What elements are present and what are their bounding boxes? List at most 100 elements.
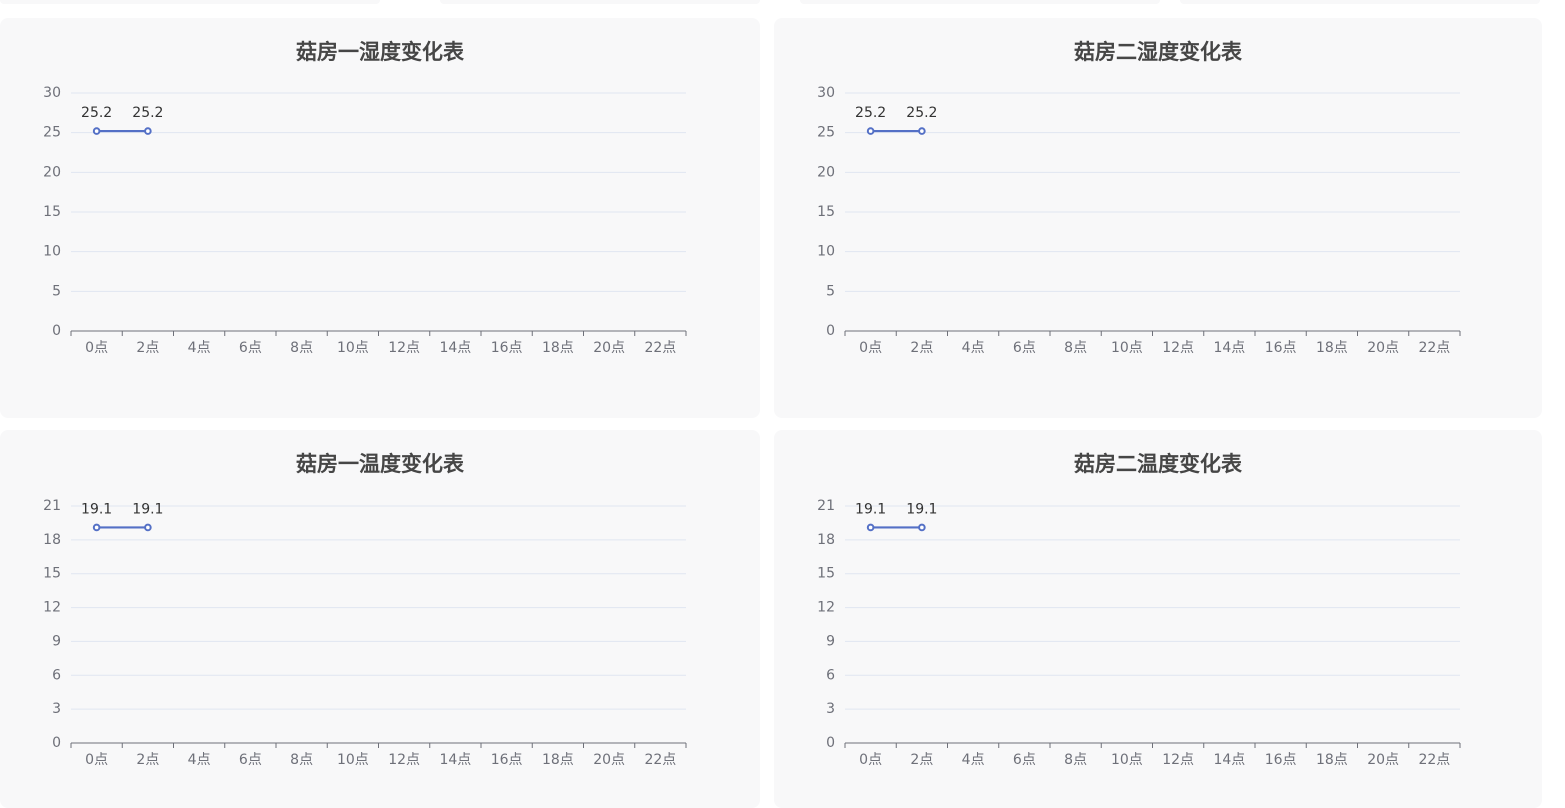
y-tick-label: 25 (43, 125, 61, 141)
y-tick-label: 0 (52, 323, 61, 339)
x-tick-label: 4点 (188, 752, 211, 768)
x-tick-label: 0点 (85, 752, 108, 768)
line-chart-room2-temperature: 0 3 6 9 12 15 18 21 0点 2点 4点 6点 8点 10点 12点 14点 16点 18点 20点… (817, 498, 1461, 768)
data-point (144, 127, 152, 135)
y-tick-label: 12 (43, 600, 61, 616)
y-tick-label: 12 (817, 600, 835, 616)
y-tick-label: 21 (43, 498, 61, 514)
y-tick-label: 0 (826, 735, 835, 751)
y-tick-label: 9 (826, 633, 835, 649)
x-tick-label: 18点 (542, 340, 574, 356)
y-tick-label: 30 (43, 85, 61, 101)
x-tick-label: 22点 (1418, 752, 1450, 768)
panel-top-partial-right-2 (1180, 0, 1540, 4)
line-chart-room2-humidity: 0 5 10 15 20 25 30 0点 2点 4点 6点 8点 10点 12点 14点 16点 18点 20点… (817, 85, 1461, 356)
x-tick-label: 10点 (337, 752, 369, 768)
y-tick-label: 20 (43, 164, 61, 180)
x-tick-label: 4点 (962, 340, 985, 356)
y-tick-label: 15 (817, 566, 835, 582)
data-label: 19.1 (81, 501, 112, 517)
data-point (866, 523, 875, 532)
y-tick-label: 3 (826, 701, 835, 717)
x-tick-label: 8点 (1064, 340, 1087, 356)
x-tick-label: 20点 (1367, 752, 1399, 768)
y-tick-label: 0 (52, 735, 61, 751)
x-tick-label: 20点 (593, 752, 625, 768)
x-tick-label: 8点 (1064, 752, 1087, 768)
y-tick-label: 0 (826, 323, 835, 339)
x-tick-label: 18点 (542, 752, 574, 768)
x-tick-label: 4点 (962, 752, 985, 768)
y-tick-label: 20 (817, 164, 835, 180)
y-tick-label: 18 (43, 532, 61, 548)
x-tick-label: 0点 (859, 340, 882, 356)
x-tick-label: 0点 (85, 340, 108, 356)
x-tick-label: 10点 (1111, 752, 1143, 768)
y-tick-label: 3 (52, 701, 61, 717)
x-tick-label: 16点 (1265, 340, 1297, 356)
y-tick-label: 6 (826, 667, 835, 683)
x-tick-label: 10点 (1111, 340, 1143, 356)
y-tick-label: 10 (43, 244, 61, 260)
data-point (144, 523, 152, 532)
x-tick-label: 14点 (1213, 340, 1245, 356)
x-tick-label: 0点 (859, 752, 882, 768)
y-tick-label: 15 (43, 566, 61, 582)
x-tick-label: 14点 (439, 340, 471, 356)
x-tick-label: 2点 (136, 340, 159, 356)
x-tick-label: 22点 (644, 340, 676, 356)
x-tick-label: 8点 (290, 340, 313, 356)
data-point (92, 127, 101, 135)
chart-panel-room1-temperature: 菇房一温度变化表 0 3 6 9 12 15 18 21 0点 2点 4点 6点 8点 10点 12点 14点… (0, 430, 760, 808)
line-chart-room1-temperature: 0 3 6 9 12 15 18 21 0点 2点 4点 6点 8点 10点 12点 14点 16点 18点 20点… (43, 498, 687, 768)
data-label: 25.2 (906, 105, 937, 121)
x-tick-label: 6点 (239, 340, 262, 356)
panel-top-partial-left-2 (440, 0, 760, 4)
y-tick-label: 5 (826, 283, 835, 299)
data-point (92, 523, 101, 532)
y-tick-label: 5 (52, 283, 61, 299)
y-tick-label: 15 (817, 204, 835, 220)
x-tick-label: 12点 (388, 340, 420, 356)
y-tick-label: 6 (52, 667, 61, 683)
data-label: 19.1 (132, 501, 163, 517)
x-tick-label: 2点 (910, 340, 933, 356)
data-point (866, 127, 875, 135)
x-tick-label: 14点 (439, 752, 471, 768)
x-tick-label: 20点 (593, 340, 625, 356)
chart-panel-room1-humidity: 菇房一湿度变化表 0 5 10 15 20 25 30 0点 2点 4点 6点 8点 10点 12点 14点… (0, 18, 760, 418)
x-tick-label: 16点 (491, 752, 523, 768)
x-tick-label: 18点 (1316, 340, 1348, 356)
chart-panel-room2-temperature: 菇房二温度变化表 0 3 6 9 12 15 18 21 0点 2点 4点 6点 8点 10点 12点 14点… (774, 430, 1542, 808)
y-tick-label: 9 (52, 633, 61, 649)
x-tick-label: 12点 (1162, 752, 1194, 768)
x-tick-label: 2点 (136, 752, 159, 768)
y-tick-label: 15 (43, 204, 61, 220)
x-tick-label: 12点 (1162, 340, 1194, 356)
x-tick-label: 20点 (1367, 340, 1399, 356)
y-tick-label: 10 (817, 244, 835, 260)
x-tick-label: 14点 (1213, 752, 1245, 768)
x-tick-label: 22点 (644, 752, 676, 768)
y-tick-label: 30 (817, 85, 835, 101)
chart-panel-room2-humidity: 菇房二湿度变化表 0 5 10 15 20 25 30 0点 2点 4点 6点 8点 10点 12点 14点… (774, 18, 1542, 418)
x-tick-label: 4点 (188, 340, 211, 356)
panel-top-partial-right (800, 0, 1160, 4)
panel-top-partial-left (0, 0, 380, 4)
x-tick-label: 10点 (337, 340, 369, 356)
x-tick-label: 6点 (1013, 340, 1036, 356)
x-tick-label: 16点 (1265, 752, 1297, 768)
data-label: 25.2 (855, 105, 886, 121)
x-tick-label: 16点 (491, 340, 523, 356)
data-label: 25.2 (132, 105, 163, 121)
line-chart-room1-humidity: 0 5 10 15 20 25 30 0点 2点 4点 6点 8点 10点 12点 14点 16点 18点 20点… (43, 85, 687, 356)
x-tick-label: 12点 (388, 752, 420, 768)
y-tick-label: 25 (817, 125, 835, 141)
data-label: 19.1 (855, 501, 886, 517)
y-tick-label: 18 (817, 532, 835, 548)
data-label: 19.1 (906, 501, 937, 517)
x-tick-label: 2点 (910, 752, 933, 768)
x-tick-label: 6点 (1013, 752, 1036, 768)
y-tick-label: 21 (817, 498, 835, 514)
x-tick-label: 8点 (290, 752, 313, 768)
